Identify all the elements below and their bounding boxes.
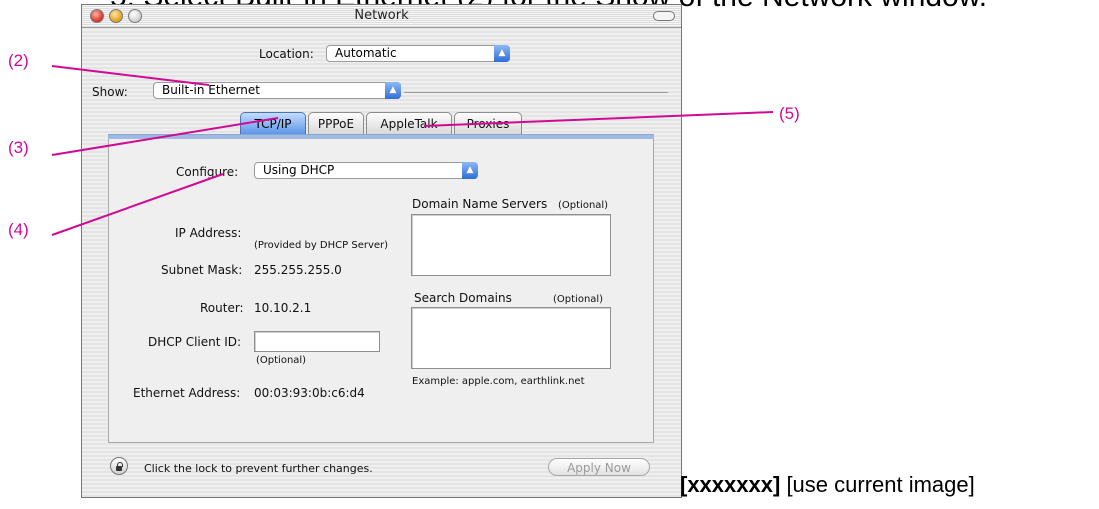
callout-2: (2) [8, 51, 29, 70]
bottom-note-normal: [use current image] [786, 472, 975, 497]
callout-3: (3) [8, 138, 29, 157]
bottom-note: [xxxxxxx] [use current image] [680, 472, 975, 498]
annotation-lines [51, 65, 774, 236]
bottom-note-bold: [xxxxxxx] [680, 472, 781, 497]
callout-4: (4) [8, 220, 29, 239]
callout-5: (5) [779, 104, 800, 123]
